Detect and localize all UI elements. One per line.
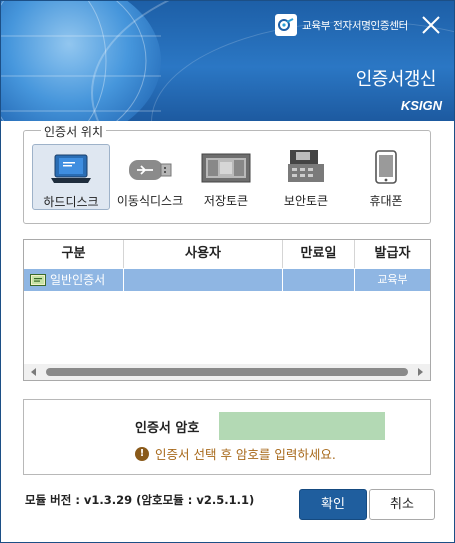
row-cell-type: 일반인증서 <box>30 269 105 291</box>
close-button[interactable] <box>419 13 443 37</box>
phone-icon <box>348 148 424 184</box>
location-label: 휴대폰 <box>369 194 403 208</box>
certificate-renew-dialog: 교육부 전자서명인증센터 인증서갱신 KSIGN 인증서 위치 하드디스크 이동… <box>0 0 455 543</box>
scroll-left-arrow-icon[interactable] <box>30 367 38 377</box>
password-input[interactable] <box>219 412 385 440</box>
column-header-user[interactable]: 사용자 <box>124 240 282 268</box>
location-label: 하드디스크 <box>43 195 99 209</box>
certificate-icon <box>30 274 46 286</box>
row-cell-issuer: 교육부 <box>377 273 408 286</box>
token-icon <box>188 148 264 184</box>
password-hint-text: 인증서 선택 후 암호를 입력하세요. <box>155 447 336 462</box>
laptop-icon <box>33 149 109 185</box>
row-type-text: 일반인증서 <box>50 273 106 287</box>
password-hint: ! 인증서 선택 후 암호를 입력하세요. <box>135 444 336 463</box>
close-icon <box>422 16 440 34</box>
location-secure-token[interactable]: 보안토큰 <box>268 144 344 208</box>
warning-icon: ! <box>135 446 149 461</box>
location-mobile-phone[interactable]: 휴대폰 <box>348 144 424 208</box>
certificate-table: 구분 사용자 만료일 발급자 일반인증서 교육부 <box>23 239 431 381</box>
location-removable-disk[interactable]: 이동식디스크 <box>112 144 188 208</box>
confirm-button[interactable]: 확인 <box>299 489 367 520</box>
column-header-type[interactable]: 구분 <box>24 240 123 268</box>
column-header-issuer[interactable]: 발급자 <box>355 240 430 268</box>
secure-token-icon <box>268 148 344 184</box>
cancel-button[interactable]: 취소 <box>369 489 435 520</box>
brand: 교육부 전자서명인증센터 <box>275 13 408 37</box>
location-hard-disk[interactable]: 하드디스크 <box>32 144 110 210</box>
usb-icon <box>112 148 188 184</box>
location-label: 저장토큰 <box>203 194 249 208</box>
location-group-title: 인증서 위치 <box>41 123 107 140</box>
location-label: 보안토큰 <box>283 194 329 208</box>
cell-divider <box>123 269 124 291</box>
horizontal-scrollbar[interactable] <box>24 364 430 380</box>
dialog-header: 교육부 전자서명인증센터 인증서갱신 KSIGN <box>1 1 454 121</box>
module-version: 모듈 버전 : v1.3.29 (암호모듈 : v2.5.1.1) <box>25 493 255 507</box>
password-label: 인증서 암호 <box>135 421 200 436</box>
ministry-logo-icon <box>275 14 297 36</box>
table-row[interactable]: 일반인증서 교육부 <box>24 269 430 291</box>
scroll-right-arrow-icon[interactable] <box>416 367 424 377</box>
dialog-title: 인증서갱신 <box>355 69 437 90</box>
cell-divider <box>282 269 283 291</box>
ksign-logo: KSIGN <box>400 98 442 113</box>
column-header-expiry[interactable]: 만료일 <box>283 240 354 268</box>
brand-text: 교육부 전자서명인증센터 <box>302 19 408 32</box>
location-label: 이동식디스크 <box>116 194 184 208</box>
scrollbar-thumb[interactable] <box>46 368 408 376</box>
location-storage-token[interactable]: 저장토큰 <box>188 144 264 208</box>
